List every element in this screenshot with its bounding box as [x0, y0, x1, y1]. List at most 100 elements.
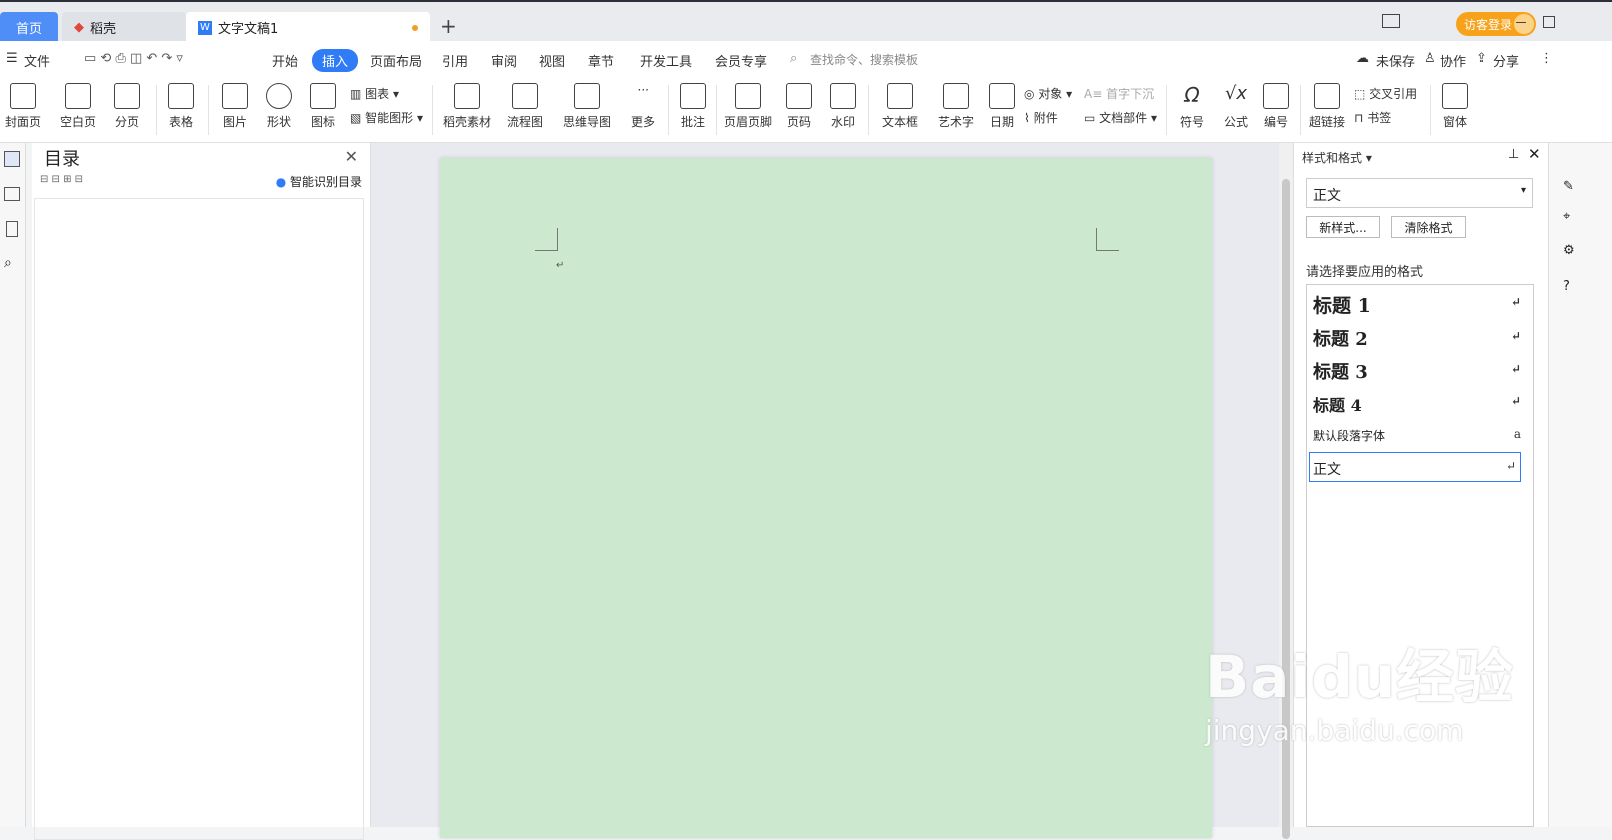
- menu-reference[interactable]: 引用: [442, 51, 468, 70]
- mindmap-label: 思维导图: [562, 115, 611, 129]
- new-style-button[interactable]: 新样式...: [1306, 216, 1380, 238]
- header-footer-button[interactable]: 页眉页脚: [724, 83, 772, 130]
- pin-icon[interactable]: ⊥: [1508, 147, 1519, 162]
- style-item-heading2[interactable]: 标题 2 ↵: [1313, 325, 1525, 351]
- bookmark-nav-icon[interactable]: [6, 221, 18, 237]
- tab-document[interactable]: W 文字文稿1: [186, 12, 430, 43]
- menu-layout[interactable]: 页面布局: [370, 51, 422, 70]
- shape-button[interactable]: 形状: [262, 83, 296, 130]
- wordart-button[interactable]: 艺术字: [934, 83, 978, 130]
- style-item-default-font[interactable]: 默认段落字体 a: [1313, 427, 1525, 444]
- bookmark-button[interactable]: ⊓ 书签: [1354, 109, 1391, 126]
- shape-label: 形状: [266, 115, 291, 129]
- docpart-button[interactable]: ▭ 文档部件 ▾: [1084, 109, 1157, 126]
- new-tab-button[interactable]: +: [440, 14, 457, 38]
- menu-chapter[interactable]: 章节: [588, 51, 614, 70]
- styles-panel-title[interactable]: 样式和格式 ▾: [1302, 149, 1372, 166]
- style-item-label: 标题 3: [1313, 362, 1368, 383]
- divider: [208, 85, 209, 135]
- icon-button[interactable]: 图标: [306, 83, 340, 130]
- flowchart-label: 流程图: [506, 115, 543, 129]
- menu-view[interactable]: 视图: [539, 51, 565, 70]
- menu-file[interactable]: 文件: [24, 51, 50, 70]
- menu-review[interactable]: 审阅: [491, 51, 517, 70]
- date-button[interactable]: 日期: [988, 83, 1016, 130]
- more-icon[interactable]: ⋮: [1540, 51, 1553, 66]
- smart-toc-button[interactable]: ● 智能识别目录: [276, 173, 362, 190]
- symbol-button[interactable]: Ω 符号: [1174, 83, 1210, 130]
- page-number-button[interactable]: 页码: [782, 83, 816, 130]
- paperclip-icon: ⌇: [1024, 111, 1034, 125]
- style-item-label: 正文: [1313, 462, 1341, 478]
- menu-devtools[interactable]: 开发工具: [640, 51, 692, 70]
- settings-icon[interactable]: ⚙: [1563, 243, 1575, 258]
- watermark-button[interactable]: 水印: [826, 83, 860, 130]
- mindmap-button[interactable]: 思维导图: [560, 83, 614, 130]
- layout-icon[interactable]: [1382, 14, 1400, 28]
- title-bar: 首页 ◆ 稻壳 W 文字文稿1 + 访客登录: [0, 0, 1612, 43]
- style-item-heading4[interactable]: 标题 4 ↵: [1313, 392, 1525, 416]
- window-button[interactable]: 窗体: [1438, 83, 1472, 130]
- textbox-icon: [887, 83, 913, 109]
- outline-icon[interactable]: [4, 187, 20, 201]
- attachment-button[interactable]: ⌇ 附件: [1024, 109, 1058, 126]
- flowchart-button[interactable]: 流程图: [504, 83, 546, 130]
- blank-page-button[interactable]: 空白页: [56, 83, 100, 130]
- find-icon[interactable]: ⌕: [4, 255, 12, 271]
- toc-nav-icon[interactable]: [4, 151, 20, 167]
- quick-tools-icon[interactable]: ▭ ⟲ ⎙ ◫ ↶ ↷ ▿: [84, 51, 183, 66]
- document-canvas[interactable]: ↵: [371, 143, 1279, 838]
- style-item-heading1[interactable]: 标题 1 ↵: [1313, 291, 1525, 318]
- collab-button[interactable]: 协作: [1440, 51, 1466, 70]
- minimize-icon[interactable]: [1516, 22, 1526, 23]
- chart-button[interactable]: ▥ 图表 ▾: [350, 85, 399, 102]
- close-icon[interactable]: ✕: [345, 147, 358, 166]
- tab-daoke[interactable]: ◆ 稻壳: [62, 12, 186, 43]
- menu-insert[interactable]: 插入: [312, 49, 359, 72]
- page-break-icon: [114, 83, 140, 109]
- style-item-body[interactable]: 正文 ↵: [1309, 452, 1521, 482]
- close-icon[interactable]: ✕: [1528, 145, 1541, 163]
- page-break-button[interactable]: 分页: [110, 83, 144, 130]
- textbox-button[interactable]: 文本框: [878, 83, 922, 130]
- hamburger-icon[interactable]: ☰: [6, 51, 18, 66]
- menu-member[interactable]: 会员专享: [715, 51, 767, 70]
- clear-format-button[interactable]: 清除格式: [1391, 216, 1466, 238]
- dropcap-button[interactable]: A≡ 首字下沉: [1084, 85, 1154, 102]
- toc-list[interactable]: [34, 198, 364, 840]
- crossref-button[interactable]: ⬚ 交叉引用: [1354, 85, 1417, 102]
- daoke-material-label: 稻壳素材: [442, 115, 491, 129]
- daoke-material-button[interactable]: 稻壳素材: [442, 83, 492, 130]
- smart-toc-label: 智能识别目录: [289, 175, 362, 189]
- current-style-value: 正文: [1313, 188, 1341, 204]
- cover-button[interactable]: 封面页: [2, 83, 44, 130]
- style-pen-icon[interactable]: ✎: [1563, 179, 1574, 194]
- toc-title: 目录: [44, 149, 80, 170]
- login-button[interactable]: 访客登录: [1456, 12, 1536, 36]
- numbering-button[interactable]: 编号: [1262, 83, 1290, 130]
- tab-home[interactable]: 首页: [0, 12, 58, 43]
- help-icon[interactable]: ?: [1563, 279, 1570, 294]
- table-button[interactable]: 表格: [164, 83, 198, 130]
- smartart-button[interactable]: ▧ 智能图形 ▾: [350, 109, 423, 126]
- menu-start[interactable]: 开始: [272, 51, 298, 70]
- comment-button[interactable]: 批注: [678, 83, 708, 130]
- more-button[interactable]: ··· 更多: [626, 83, 660, 130]
- picture-icon: [222, 83, 248, 109]
- share-button[interactable]: 分享: [1493, 51, 1519, 70]
- document-page[interactable]: ↵: [440, 158, 1212, 838]
- search-input[interactable]: 查找命令、搜索模板: [810, 51, 918, 68]
- chart-icon: ▥: [350, 87, 366, 101]
- select-icon[interactable]: ⌖: [1563, 209, 1570, 224]
- formula-button[interactable]: √x 公式: [1218, 83, 1254, 130]
- margin-corner-right: [1096, 228, 1119, 251]
- unsaved-status[interactable]: 未保存: [1376, 51, 1415, 70]
- object-button[interactable]: ◎ 对象 ▾: [1024, 85, 1072, 102]
- current-style-select[interactable]: 正文 ▾: [1306, 178, 1533, 208]
- toc-controls-icon[interactable]: ⊟ ⊟ ⊞ ⊟: [40, 174, 83, 185]
- picture-button[interactable]: 图片: [218, 83, 252, 130]
- hyperlink-button[interactable]: 超链接: [1308, 83, 1346, 130]
- maximize-icon[interactable]: [1543, 16, 1555, 28]
- baidu-watermark: Baidu经验 jingyan.baidu.com: [1205, 630, 1514, 747]
- style-item-heading3[interactable]: 标题 3 ↵: [1313, 358, 1525, 384]
